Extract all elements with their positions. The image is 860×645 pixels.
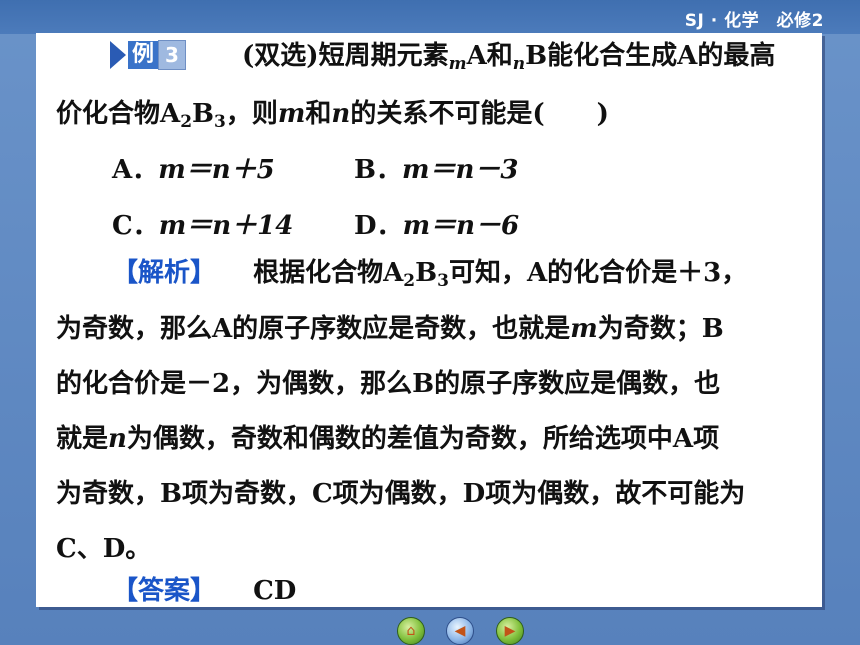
analysis-line-6: C、D。 bbox=[56, 534, 152, 564]
analysis-label: 【解析】 bbox=[112, 258, 217, 288]
answer-value: CD bbox=[253, 576, 297, 606]
question-line-1: (双选)短周期元素mA和nB能化合生成A的最高 bbox=[242, 41, 776, 74]
example-tag-word: 例 bbox=[128, 41, 159, 69]
answer-label: 【答案】 bbox=[112, 576, 217, 606]
answer-line: 【答案】 CD bbox=[112, 575, 296, 607]
analysis-line-3: 的化合价是－2，为偶数，那么B的原子序数应是偶数，也 bbox=[56, 369, 721, 399]
analysis-line-4: 就是n为偶数，奇数和偶数的差值为奇数，所给选项中A项 bbox=[56, 424, 720, 454]
analysis-line-2: 为奇数，那么A的原子序数应是奇数，也就是m为奇数；B bbox=[56, 314, 724, 344]
analysis-line-1: 【解析】 根据化合物A2B3可知，A的化合价是＋3， bbox=[112, 258, 748, 291]
header-strip: SJ · 化学 必修2 bbox=[0, 0, 860, 34]
example-tag-number: 3 bbox=[158, 40, 187, 70]
option-c: C．m＝n＋14 bbox=[112, 211, 294, 241]
question-line-2: 价化合物A2B3，则m和n的关系不可能是( ) bbox=[56, 99, 609, 132]
option-d: D．m＝n－6 bbox=[354, 211, 520, 241]
course-label: SJ · 化学 必修2 bbox=[684, 11, 824, 31]
home-icon: ⌂ bbox=[406, 623, 416, 639]
forward-button[interactable]: ▶ bbox=[496, 617, 524, 645]
forward-icon: ▶ bbox=[504, 623, 516, 639]
analysis-line-5: 为奇数，B项为奇数，C项为偶数，D项为偶数，故不可能为 bbox=[56, 479, 746, 509]
back-icon: ◀ bbox=[454, 623, 466, 639]
arrow-icon bbox=[110, 41, 126, 69]
back-button[interactable]: ◀ bbox=[446, 617, 474, 645]
home-button[interactable]: ⌂ bbox=[397, 617, 425, 645]
example-tag: 例 3 bbox=[110, 40, 192, 70]
option-b: B．m＝n－3 bbox=[354, 155, 519, 185]
option-a: A．m＝n＋5 bbox=[112, 155, 275, 185]
